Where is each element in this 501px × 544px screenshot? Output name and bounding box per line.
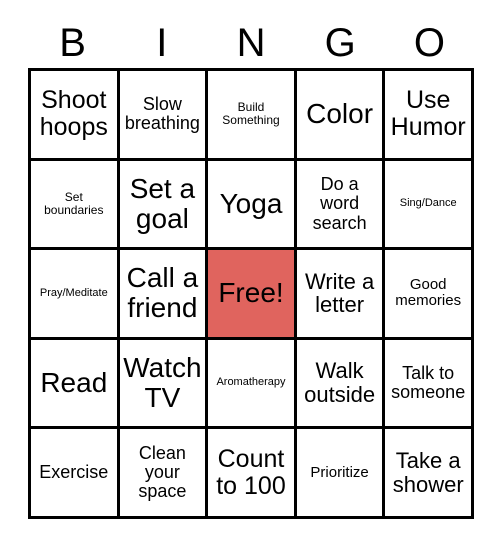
bingo-cell-r1c3[interactable]: Build Something [208, 71, 297, 161]
bingo-cell-r5c2[interactable]: Clean your space [119, 429, 209, 519]
bingo-cell-r5c4[interactable]: Prioritize [296, 429, 386, 519]
bingo-cell-r2c4[interactable]: Do a word search [296, 160, 386, 251]
bingo-cell-label: Take a shower [392, 447, 464, 497]
bingo-cell-label: Good memories [395, 276, 462, 310]
bingo-cell-label: Walk outside [304, 358, 376, 408]
bingo-cell-r2c3[interactable]: Yoga [208, 160, 297, 251]
bingo-header-letter-n: N [236, 21, 266, 65]
bingo-cell-r2c5[interactable]: Sing/Dance [385, 160, 474, 251]
bingo-cell-r3c1[interactable]: Pray/Meditate [31, 250, 120, 340]
bingo-cell-r1c4[interactable]: Color [296, 71, 386, 161]
bingo-cell-r4c5[interactable]: Talk to someone [385, 339, 474, 430]
bingo-cell-label: Slow breathing [124, 93, 200, 134]
bingo-cell-label: Sing/Dance [399, 196, 457, 209]
bingo-header-letter-g: G [324, 21, 356, 65]
bingo-cell-r1c1[interactable]: Shoot hoops [31, 71, 120, 161]
bingo-cell-r5c3[interactable]: Count to 100 [208, 429, 297, 519]
bingo-cell-r4c4[interactable]: Walk outside [296, 339, 386, 430]
bingo-header-letter-b: B [59, 21, 86, 65]
bingo-cell-label: Set boundaries [44, 189, 104, 217]
bingo-cell-label: Clean your space [138, 442, 187, 502]
bingo-cell-label: Call a friend [126, 262, 199, 324]
bingo-cell-label: Free! [218, 277, 284, 309]
bingo-cell-label: Pray/Meditate [39, 286, 108, 299]
bingo-cell-r2c2[interactable]: Set a goal [119, 160, 209, 251]
bingo-cell-label: Watch TV [123, 351, 202, 414]
bingo-cell-label: Do a word search [312, 173, 367, 233]
bingo-header-letter-i: I [156, 21, 168, 65]
bingo-cell-r5c5[interactable]: Take a shower [385, 429, 474, 519]
bingo-cell-free[interactable]: Free! [208, 250, 297, 340]
bingo-cell-label: Yoga [219, 187, 283, 219]
bingo-header-row: BINGO [28, 18, 474, 68]
bingo-cell-label: Set a goal [129, 172, 196, 234]
bingo-cell-label: Count to 100 [216, 444, 286, 500]
bingo-cell-label: Write a letter [304, 268, 375, 318]
bingo-cell-r5c1[interactable]: Exercise [31, 429, 120, 519]
bingo-card: B I N G O Shoot hoops Slow breathing Build Som… [0, 0, 501, 544]
bingo-cell-label: Aromatherapy [216, 376, 286, 389]
bingo-grid: Shoot hoops Slow breathing Build Something… [28, 68, 474, 519]
bingo-cell-label: Talk to someone [391, 362, 466, 403]
bingo-cell-r1c2[interactable]: Slow breathing [119, 71, 209, 161]
bingo-cell-label: Exercise [39, 461, 109, 482]
bingo-cell-r3c5[interactable]: Good memories [385, 250, 474, 340]
bingo-cell-r2c1[interactable]: Set boundaries [31, 160, 120, 251]
bingo-cell-r4c2[interactable]: Watch TV [119, 339, 209, 430]
bingo-cell-label: Shoot hoops [39, 86, 108, 142]
bingo-cell-r4c1[interactable]: Read [31, 339, 120, 430]
bingo-cell-r1c5[interactable]: Use Humor [385, 71, 474, 161]
bingo-cell-label: Prioritize [310, 463, 369, 481]
bingo-cell-r3c4[interactable]: Write a letter [296, 250, 386, 340]
bingo-cell-label: Use Humor [390, 86, 466, 142]
bingo-cell-r4c3[interactable]: Aromatherapy [208, 339, 297, 430]
bingo-cell-r3c2[interactable]: Call a friend [119, 250, 209, 340]
bingo-cell-label: Build Something [222, 100, 280, 128]
bingo-header-letter-o: O [413, 21, 445, 65]
bingo-cell-label: Color [306, 98, 374, 130]
bingo-cell-label: Read [40, 366, 108, 398]
